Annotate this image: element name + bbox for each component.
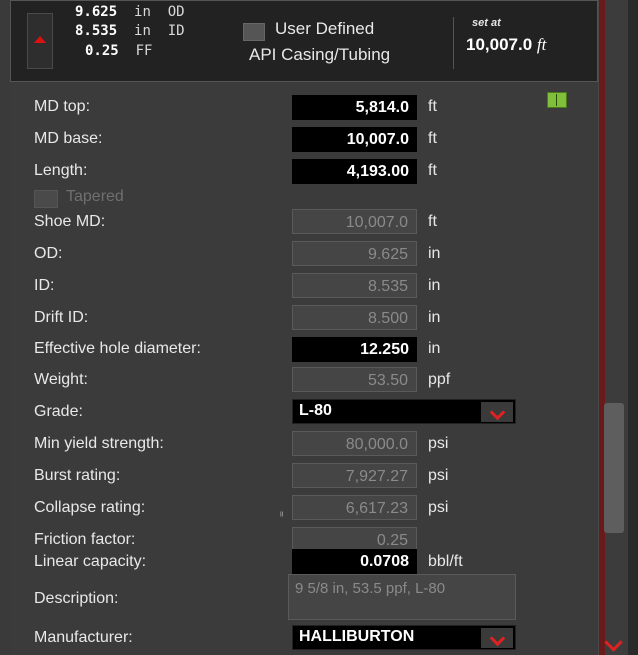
effective-hole-diameter-label: Effective hole diameter: [34, 340, 201, 357]
user-defined-label: User Defined [275, 19, 375, 38]
manufacturer-select[interactable]: HALLIBURTON [292, 625, 516, 650]
effective-hole-diameter-input[interactable]: 12.250 [292, 337, 417, 362]
friction-marker: ᴵᴵ [280, 511, 284, 522]
burst-field: 7,927.27 [292, 463, 417, 488]
scroll-thumb[interactable] [604, 403, 624, 533]
md-top-unit: ft [428, 98, 437, 115]
description-field[interactable]: 9 5/8 in, 53.5 ppf, L-80 [288, 574, 516, 620]
od-summary: 9.625 in OD [75, 4, 185, 20]
set-at-value: 10,007.0 ft [466, 35, 547, 54]
user-defined-checkbox[interactable] [243, 23, 265, 41]
linear-capacity-field: 0.0708 [292, 549, 417, 574]
manufacturer-label: Manufacturer: [34, 629, 133, 646]
casing-properties-panel: 9.625 in OD 8.535 in ID 0.25 FF User Def… [10, 0, 598, 655]
id-label: ID [167, 23, 185, 39]
drift-id-unit: in [428, 309, 441, 326]
od-unit: in [134, 4, 151, 20]
md-base-label: MD base: [34, 130, 103, 147]
caret-up-icon [34, 36, 46, 43]
md-base-input[interactable]: 10,007.0 [292, 127, 417, 152]
grade-select[interactable]: L-80 [292, 399, 516, 424]
drift-id-label: Drift ID: [34, 309, 89, 326]
shoe-md-label: Shoe MD: [34, 213, 106, 230]
min-yield-field: 80,000.0 [292, 431, 417, 456]
od-label-field: OD: [34, 245, 63, 262]
book-icon[interactable] [547, 92, 567, 108]
casing-type-label: API Casing/Tubing [249, 45, 391, 64]
md-top-label: MD top: [34, 98, 91, 115]
friction-label: Friction factor: [34, 531, 136, 548]
chevron-down-icon[interactable] [481, 402, 513, 422]
set-at-label: set at [472, 17, 501, 29]
od-field: 9.625 [292, 241, 417, 266]
window-edge [628, 0, 638, 655]
casing-summary-header: 9.625 in OD 8.535 in ID 0.25 FF User Def… [10, 0, 598, 82]
weight-unit: ppf [428, 371, 451, 388]
ff-value: 0.25 [85, 43, 119, 59]
vertical-scrollbar[interactable] [598, 0, 628, 655]
id-field: 8.535 [292, 273, 417, 298]
length-label: Length: [34, 162, 88, 179]
collapse-label: Collapse rating: [34, 499, 146, 516]
chevron-down-icon[interactable] [481, 628, 513, 648]
manufacturer-value: HALLIBURTON [299, 628, 415, 645]
ff-summary: 0.25 FF [85, 43, 152, 59]
length-unit: ft [428, 162, 437, 179]
effective-hole-diameter-unit: in [428, 340, 441, 357]
description-label: Description: [34, 590, 119, 607]
set-at-box: set at 10,007.0 ft [453, 17, 598, 69]
od-label: OD [167, 4, 185, 20]
tapered-label: Tapered [66, 188, 124, 205]
id-value: 8.535 [75, 23, 118, 39]
min-yield-unit: psi [428, 435, 449, 452]
grade-label: Grade: [34, 403, 83, 420]
min-yield-label: Min yield strength: [34, 435, 164, 452]
id-field-unit: in [428, 277, 441, 294]
id-label-field: ID: [34, 277, 55, 294]
scroll-track-accent [599, 0, 605, 655]
ff-unit: FF [135, 43, 153, 59]
id-summary: 8.535 in ID [75, 23, 185, 39]
linear-capacity-label: Linear capacity: [34, 553, 147, 570]
id-unit: in [134, 23, 151, 39]
weight-field: 53.50 [292, 367, 417, 392]
md-base-unit: ft [428, 130, 437, 147]
md-top-input[interactable]: 5,814.0 [292, 95, 417, 120]
grade-value: L-80 [299, 402, 332, 419]
collapse-field: 6,617.23 [292, 495, 417, 520]
collapse-unit: psi [428, 499, 449, 516]
od-value: 9.625 [75, 4, 118, 20]
od-field-unit: in [428, 245, 441, 262]
chevron-down-icon[interactable] [604, 633, 623, 652]
length-input[interactable]: 4,193.00 [292, 159, 417, 184]
weight-label: Weight: [34, 371, 88, 388]
shoe-md-field: 10,007.0 [292, 209, 417, 234]
linear-capacity-unit: bbl/ft [428, 553, 463, 570]
drift-id-field: 8.500 [292, 305, 417, 330]
tapered-checkbox[interactable] [34, 190, 58, 208]
burst-label: Burst rating: [34, 467, 121, 484]
burst-unit: psi [428, 467, 449, 484]
collapse-header-button[interactable] [27, 13, 53, 69]
shoe-md-unit: ft [428, 213, 437, 230]
